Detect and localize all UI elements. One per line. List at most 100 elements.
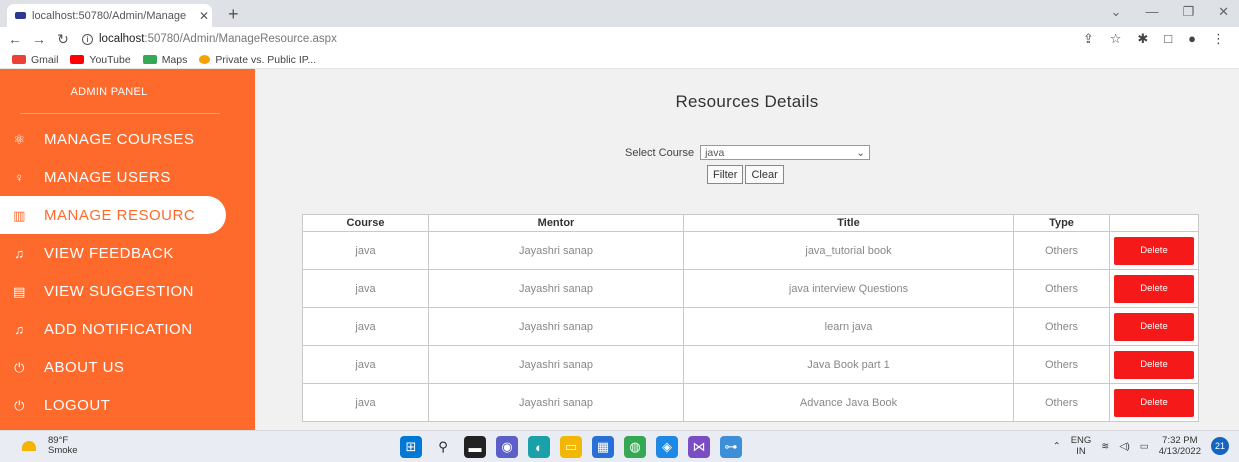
map-icon: ▥ <box>13 207 26 223</box>
delete-button[interactable]: Delete <box>1114 350 1194 379</box>
edge-icon[interactable]: ◐ <box>528 436 550 458</box>
sidebar-item-view-suggestion[interactable]: ▤ VIEW SUGGESTION <box>0 272 255 310</box>
minimize-icon[interactable]: — <box>1145 4 1158 20</box>
share-icon[interactable]: ⇪ <box>1083 31 1094 47</box>
course-select[interactable]: java ⌄ <box>700 145 871 160</box>
admin-sidebar: ADMIN PANEL ⚛ MANAGE COURSES ♀ MANAGE US… <box>0 69 255 430</box>
filter-button[interactable]: Filter <box>707 165 744 184</box>
address-bar-row: ← → ↻ i localhost:50780/Admin/ManageReso… <box>0 27 1239 51</box>
notification-badge[interactable]: 21 <box>1211 437 1229 455</box>
browser-tab[interactable]: localhost:50780/Admin/Manage ✕ <box>7 4 212 27</box>
sidebar-item-view-feedback[interactable]: ♫ VIEW FEEDBACK <box>0 234 255 272</box>
resources-table: Course Mentor Title Type java Jayashri s… <box>302 214 1199 422</box>
back-icon[interactable]: ← <box>6 31 24 47</box>
cell-course: java <box>302 231 429 270</box>
cell-title: java_tutorial book <box>683 231 1014 270</box>
restore-icon[interactable]: ❐ <box>1182 4 1194 20</box>
sidebar-item-manage-users[interactable]: ♀ MANAGE USERS <box>0 158 255 196</box>
cell-action: Delete <box>1109 383 1199 422</box>
table-row: java Jayashri sanap java interview Quest… <box>302 269 1199 308</box>
sidebar-item-logout[interactable]: ⏻ LOGOUT <box>0 386 255 424</box>
browser-tab-bar: localhost:50780/Admin/Manage ✕ + ⌄ — ❐ ✕ <box>0 0 1239 27</box>
visual-studio-icon[interactable]: ⋈ <box>688 436 710 458</box>
clock[interactable]: 7:32 PM 4/13/2022 <box>1159 435 1201 457</box>
windows-start-icon[interactable]: ⊞ <box>400 436 422 458</box>
volume-icon[interactable]: ◁) <box>1119 441 1129 452</box>
cell-title: learn java <box>683 307 1014 346</box>
wifi-icon[interactable]: ≋ <box>1101 441 1109 452</box>
delete-button[interactable]: Delete <box>1114 274 1194 303</box>
sidepanel-icon[interactable]: □ <box>1164 31 1172 47</box>
bookmark-label: YouTube <box>89 53 131 66</box>
cell-action: Delete <box>1109 307 1199 346</box>
bookmark-label: Maps <box>161 53 188 66</box>
sidebar-item-about-us[interactable]: ⏻ ABOUT US <box>0 348 255 386</box>
task-view-icon[interactable]: ▬ <box>464 436 486 458</box>
filter-label: Select Course <box>625 146 695 159</box>
region-code: IN <box>1076 446 1086 457</box>
clock-time: 7:32 PM <box>1162 435 1198 446</box>
column-header-type: Type <box>1013 214 1110 232</box>
sidebar-item-label: VIEW SUGGESTION <box>44 282 195 300</box>
delete-button[interactable]: Delete <box>1114 388 1194 417</box>
cell-mentor: Jayashri sanap <box>428 345 684 384</box>
bookmark-site-icon <box>199 55 211 64</box>
windows-taskbar: 89°F Smoke ⊞ ⚲ ▬ ◉ ◐ ▭ ▦ ◍ ◈ ⋈ ⊶ ⌃ ENG I… <box>0 430 1239 462</box>
column-header-title: Title <box>683 214 1014 232</box>
toolbar-icons: ⇪ ☆ ✱ □ ● ⋮ <box>1083 31 1225 47</box>
search-icon[interactable]: ⚲ <box>432 436 454 458</box>
cell-type: Others <box>1013 231 1110 270</box>
delete-button[interactable]: Delete <box>1114 236 1194 265</box>
sidebar-item-label: ABOUT US <box>44 358 125 376</box>
bell-icon: ♫ <box>14 321 25 337</box>
url-field[interactable]: i localhost:50780/Admin/ManageResource.a… <box>82 33 337 45</box>
weather-widget[interactable]: 89°F Smoke <box>22 436 78 456</box>
bookmark-private-public-ip[interactable]: Private vs. Public IP... <box>199 54 316 66</box>
bookmark-youtube[interactable]: YouTube <box>70 53 131 66</box>
chat-icon[interactable]: ◉ <box>496 436 518 458</box>
close-tab-icon[interactable]: ✕ <box>196 9 212 23</box>
chevron-up-icon[interactable]: ⌃ <box>1053 441 1061 452</box>
network-app-icon[interactable]: ⊶ <box>720 436 742 458</box>
info-icon[interactable]: i <box>82 33 93 45</box>
close-window-icon[interactable]: ✕ <box>1218 4 1229 20</box>
sidebar-item-label: VIEW FEEDBACK <box>44 244 174 262</box>
cell-title: java interview Questions <box>683 269 1014 308</box>
store-icon[interactable]: ▦ <box>592 436 614 458</box>
power-icon: ⏻ <box>14 397 25 413</box>
reload-icon[interactable]: ↻ <box>54 31 72 48</box>
power-icon: ⏻ <box>14 359 25 375</box>
cell-course: java <box>302 269 429 308</box>
main-content: Resources Details Select Course java ⌄ F… <box>255 69 1239 430</box>
chevron-down-icon[interactable]: ⌄ <box>1111 4 1122 20</box>
column-header-course: Course <box>302 214 429 232</box>
forward-icon[interactable]: → <box>30 31 48 47</box>
language-indicator[interactable]: ENG IN <box>1071 435 1092 457</box>
bookmark-gmail[interactable]: Gmail <box>12 54 58 66</box>
delete-button[interactable]: Delete <box>1114 312 1194 341</box>
profile-avatar-icon[interactable]: ● <box>1188 31 1196 47</box>
star-icon[interactable]: ☆ <box>1110 31 1122 47</box>
taskbar-apps: ⊞ ⚲ ▬ ◉ ◐ ▭ ▦ ◍ ◈ ⋈ ⊶ <box>400 436 742 458</box>
menu-dots-icon[interactable]: ⋮ <box>1212 31 1225 47</box>
cell-course: java <box>302 345 429 384</box>
cell-action: Delete <box>1109 231 1199 270</box>
sidebar-item-manage-courses[interactable]: ⚛ MANAGE COURSES <box>0 120 255 158</box>
sidebar-item-add-notification[interactable]: ♫ ADD NOTIFICATION <box>0 310 255 348</box>
clear-button[interactable]: Clear <box>745 165 784 184</box>
app-icon[interactable]: ◈ <box>656 436 678 458</box>
cell-mentor: Jayashri sanap <box>428 307 684 346</box>
chrome-icon[interactable]: ◍ <box>624 436 646 458</box>
sidebar-item-label: MANAGE COURSES <box>44 130 195 148</box>
battery-icon[interactable]: ▭ <box>1140 441 1149 452</box>
weather-condition: Smoke <box>48 445 78 456</box>
bookmark-maps[interactable]: Maps <box>142 53 188 66</box>
extensions-icon[interactable]: ✱ <box>1137 31 1148 47</box>
table-header-row: Course Mentor Title Type <box>302 214 1199 232</box>
new-tab-button[interactable]: + <box>228 4 239 25</box>
bell-icon: ♫ <box>14 245 25 261</box>
sidebar-item-manage-resources[interactable]: ▥ MANAGE RESOURC <box>0 196 226 234</box>
cell-title: Advance Java Book <box>683 383 1014 422</box>
file-explorer-icon[interactable]: ▭ <box>560 436 582 458</box>
system-tray: ⌃ ENG IN ≋ ◁) ▭ 7:32 PM 4/13/2022 21 <box>1053 435 1229 457</box>
